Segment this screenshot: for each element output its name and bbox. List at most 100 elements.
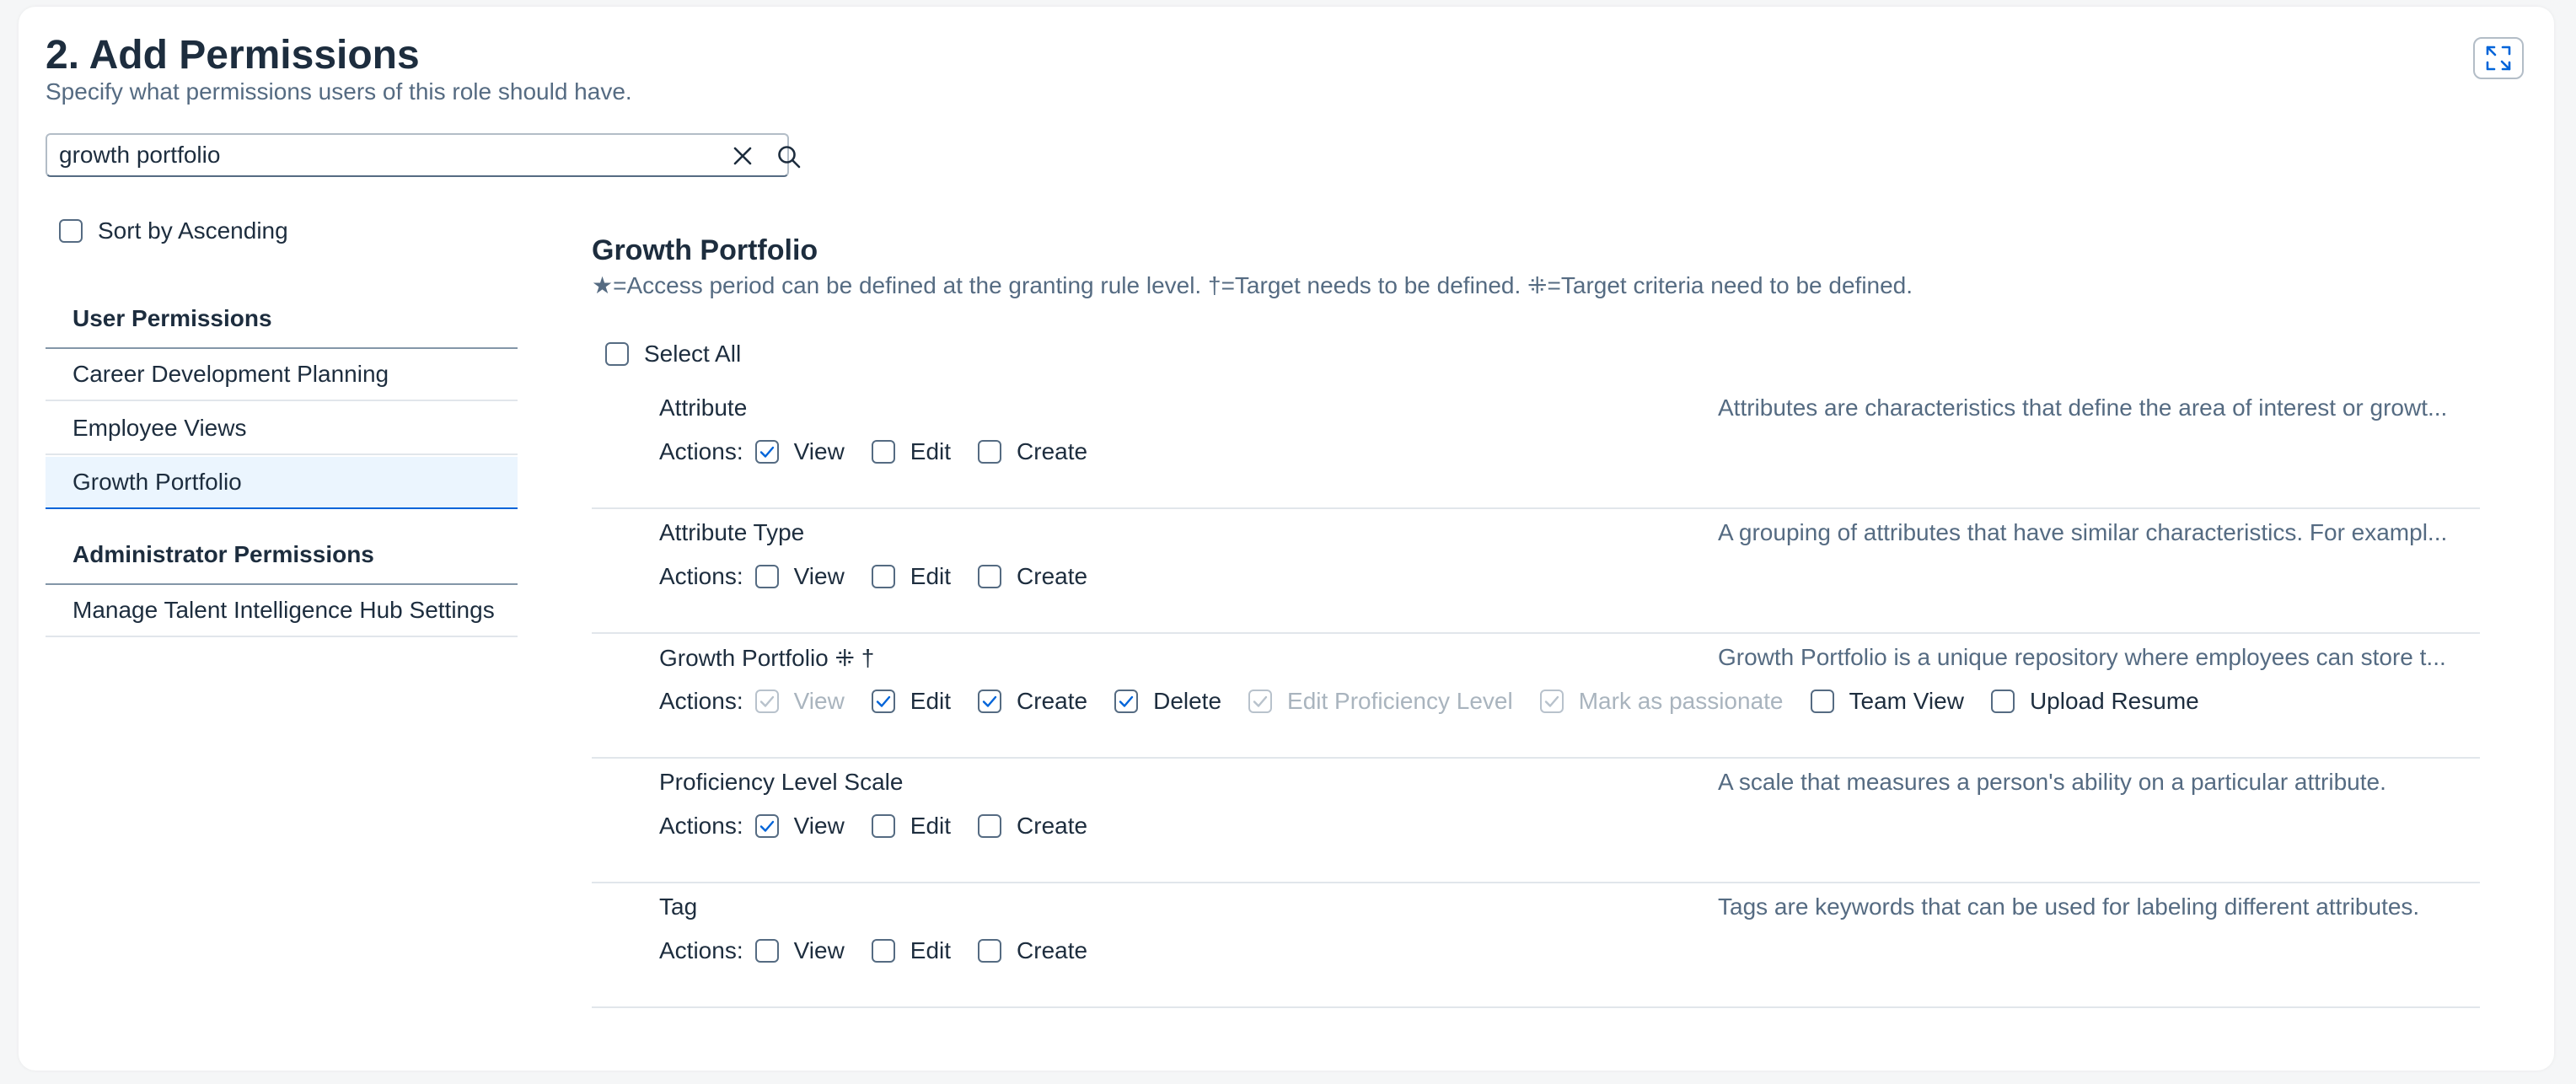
action-checkbox-create[interactable] [978, 814, 1002, 838]
action-label: View [793, 937, 845, 963]
action-edit[interactable]: Edit [871, 688, 952, 715]
section-title: Growth Portfolio [592, 234, 818, 266]
action-view[interactable]: View [754, 937, 845, 964]
permission-name: Tag [659, 893, 698, 920]
action-delete[interactable]: Delete [1114, 688, 1221, 715]
permission-row: Attribute Type A grouping of attributes t… [592, 511, 2480, 634]
permission-actions: Actions: View Edit Create [659, 563, 1114, 590]
sidebar-item-label: Employee Views [72, 415, 247, 441]
action-team-view[interactable]: Team View [1810, 688, 1964, 715]
search-input[interactable] [59, 140, 716, 170]
search-icon[interactable] [775, 143, 802, 170]
permission-description: Attributes are characteristics that defi… [1718, 394, 2448, 421]
action-checkbox-edit[interactable] [871, 939, 895, 963]
check-icon [759, 820, 774, 832]
permission-actions: Actions: View Edit Create Delete Edit Profici… [659, 688, 2226, 715]
sort-ascending-toggle[interactable]: Sort by Ascending [59, 217, 288, 244]
action-checkbox-create[interactable] [978, 565, 1002, 588]
action-create[interactable]: Create [978, 563, 1087, 590]
permission-description: A scale that measures a person's ability… [1718, 769, 2386, 795]
action-checkbox-team-view[interactable] [1810, 690, 1834, 713]
permission-actions: Actions: View Edit Create [659, 438, 1114, 465]
action-label: Edit Proficiency Level [1287, 688, 1513, 714]
action-label: Create [1017, 937, 1088, 963]
permission-row: Attribute Attributes are characteristics … [592, 386, 2480, 509]
expand-button[interactable] [2473, 37, 2524, 79]
action-view: View [754, 688, 845, 715]
action-mark-as-passionate: Mark as passionate [1539, 688, 1784, 715]
sort-ascending-checkbox[interactable] [59, 219, 83, 243]
action-label: Edit [910, 438, 952, 464]
action-checkbox-edit[interactable] [871, 814, 895, 838]
sidebar-item-employee-views[interactable]: Employee Views [46, 403, 518, 455]
sort-ascending-label: Sort by Ascending [98, 217, 288, 244]
permission-row: Proficiency Level Scale A scale that meas… [592, 760, 2480, 883]
action-edit[interactable]: Edit [871, 438, 952, 465]
page-subtitle: Specify what permissions users of this r… [46, 78, 632, 105]
actions-label: Actions: [659, 688, 743, 714]
sidebar-item-label: Career Development Planning [72, 361, 389, 387]
close-icon[interactable] [730, 143, 755, 169]
action-create[interactable]: Create [978, 813, 1087, 840]
action-label: Create [1017, 438, 1088, 464]
check-icon [876, 695, 890, 707]
action-label: Edit [910, 937, 952, 963]
action-create[interactable]: Create [978, 688, 1087, 715]
action-label: View [793, 438, 845, 464]
select-all-toggle[interactable]: Select All [605, 341, 741, 368]
search-field[interactable] [46, 133, 801, 177]
action-label: Team View [1849, 688, 1964, 714]
action-checkbox-view[interactable] [754, 814, 779, 838]
action-checkbox-view[interactable] [754, 565, 779, 588]
select-all-label: Select All [644, 341, 742, 367]
action-checkbox-create[interactable] [978, 939, 1002, 963]
permission-row: Tag Tags are keywords that can be used fo… [592, 885, 2480, 1008]
actions-label: Actions: [659, 438, 743, 464]
permission-row: Growth Portfolio ⁜ † Growth Portfolio is … [592, 636, 2480, 759]
action-checkbox-view[interactable] [754, 939, 779, 963]
action-label: View [793, 813, 845, 839]
action-checkbox-edit[interactable] [871, 690, 895, 713]
action-label: View [793, 563, 845, 589]
action-checkbox-edit[interactable] [871, 440, 895, 464]
action-create[interactable]: Create [978, 438, 1087, 465]
page-title: 2. Add Permissions [46, 33, 420, 78]
action-checkbox-edit[interactable] [871, 565, 895, 588]
nav-group-administrator-permissions: Administrator Permissions [72, 541, 374, 567]
action-edit[interactable]: Edit [871, 813, 951, 840]
action-checkbox-upload-resume[interactable] [1990, 690, 2015, 713]
action-view[interactable]: View [754, 438, 845, 465]
action-edit[interactable]: Edit [871, 563, 952, 590]
action-view[interactable]: View [754, 563, 845, 590]
action-upload-resume[interactable]: Upload Resume [1990, 688, 2199, 715]
sidebar-item-label: Growth Portfolio [72, 469, 242, 495]
action-checkbox-delete[interactable] [1114, 690, 1139, 713]
action-checkbox-mark-as-passionate [1539, 690, 1564, 713]
action-label: Edit [910, 563, 952, 589]
permission-name: Attribute Type [659, 519, 805, 545]
sidebar-item-career-development-planning[interactable]: Career Development Planning [46, 349, 518, 401]
check-icon [759, 695, 774, 707]
sidebar-item-manage-talent-intelligence-hub-settings[interactable]: Manage Talent Intelligence Hub Settings [46, 585, 518, 637]
permission-actions: Actions: View Edit Create [659, 937, 1114, 964]
action-edit[interactable]: Edit [871, 937, 952, 964]
actions-label: Actions: [659, 937, 743, 963]
action-edit-proficiency-level: Edit Proficiency Level [1248, 688, 1513, 715]
action-label: Create [1017, 688, 1088, 714]
permission-actions: Actions: View Edit Create [659, 813, 1114, 840]
action-checkbox-view [754, 690, 779, 713]
action-checkbox-edit-proficiency-level [1248, 690, 1273, 713]
action-checkbox-view[interactable] [754, 440, 779, 464]
action-view[interactable]: View [754, 813, 845, 840]
action-create[interactable]: Create [978, 937, 1087, 964]
permission-name: Attribute [659, 394, 748, 421]
action-label: Delete [1153, 688, 1222, 714]
actions-label: Actions: [659, 813, 743, 839]
action-checkbox-create[interactable] [978, 440, 1002, 464]
select-all-checkbox[interactable] [605, 342, 629, 366]
sidebar-item-growth-portfolio[interactable]: Growth Portfolio [46, 457, 518, 509]
action-label: Edit [910, 688, 952, 714]
action-checkbox-create[interactable] [978, 690, 1002, 713]
expand-icon [2486, 46, 2511, 71]
check-icon [759, 446, 774, 458]
